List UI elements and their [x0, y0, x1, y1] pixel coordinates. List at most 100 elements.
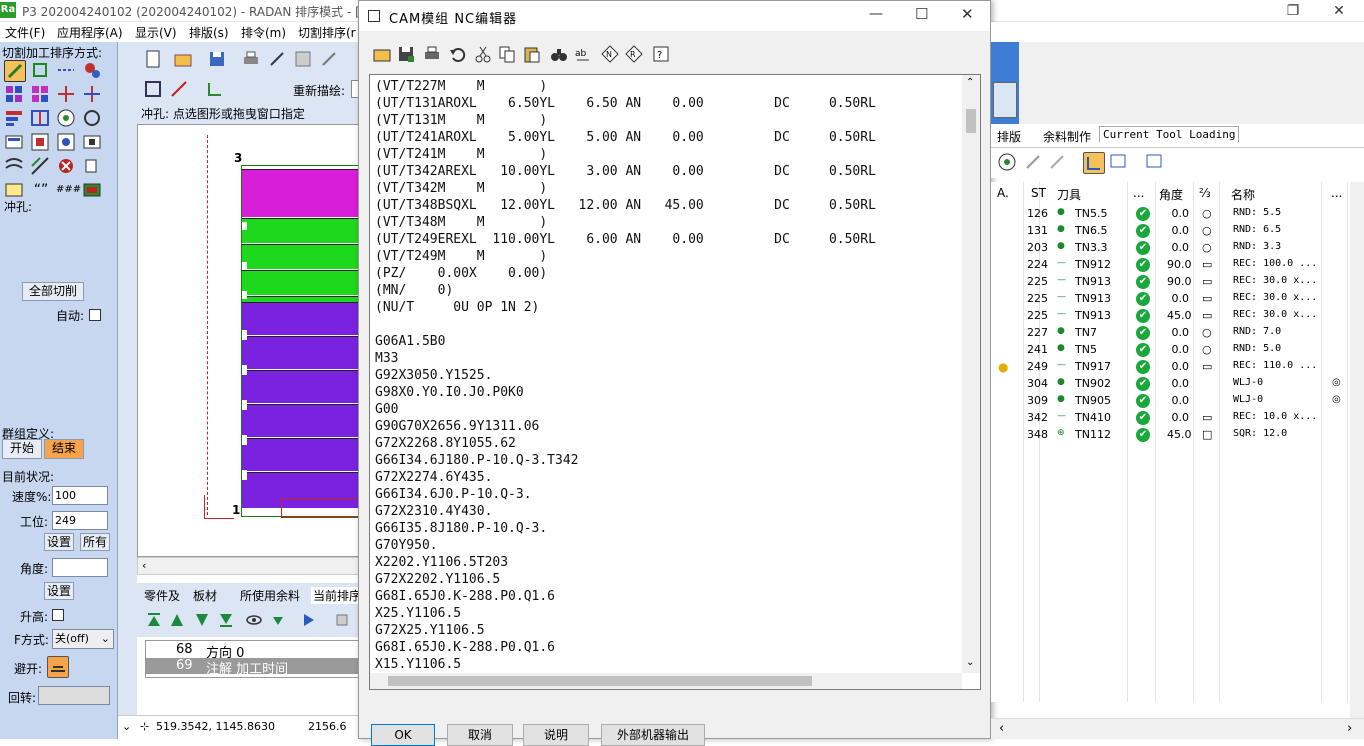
column-status[interactable]: ...: [1133, 186, 1144, 200]
nc-code-line[interactable]: X25.Y1106.5: [375, 605, 960, 622]
nc-code-text[interactable]: (VT/T227M M ) (UT/T131AROXL 6.50YL 6.50 A…: [375, 78, 960, 690]
nc-code-line[interactable]: G72X2202.Y1106.5: [375, 571, 960, 588]
sheet-icon[interactable]: [4, 132, 26, 154]
step-down-icon[interactable]: [269, 611, 291, 633]
nc-code-line[interactable]: G68I.65J0.K-288.P0.Q1.6: [375, 588, 960, 605]
turret-icon[interactable]: [997, 152, 1019, 174]
tool-edit-icon[interactable]: [1047, 152, 1069, 174]
print-icon[interactable]: [421, 43, 443, 65]
nc-code-line[interactable]: G06A1.5B0: [375, 333, 960, 350]
tool-row[interactable]: 225 — TN913 ✔ 90.0 ▭ REC: 30.0 x...: [991, 273, 1364, 290]
save-as-icon[interactable]: [395, 43, 417, 65]
tool-angle-icon[interactable]: [1083, 152, 1105, 174]
stop-icon[interactable]: [82, 180, 104, 202]
grid-sequence-icon[interactable]: [4, 84, 26, 106]
nc-code-line[interactable]: [375, 316, 960, 333]
paste-icon[interactable]: [521, 43, 543, 65]
raise-checkbox[interactable]: [52, 609, 64, 621]
nc-code-line[interactable]: (VT/T227M M ): [375, 78, 960, 95]
list-view-icon[interactable]: [1109, 152, 1131, 174]
nc-code-line[interactable]: G72X2310.4Y430.: [375, 503, 960, 520]
ok-button[interactable]: OK: [371, 724, 435, 746]
nc-code-line[interactable]: (VT/T249M M ): [375, 248, 960, 265]
scroll-up-icon[interactable]: ⌃: [966, 77, 974, 88]
tool-group-icon[interactable]: [82, 60, 104, 82]
sort-list-icon[interactable]: [4, 108, 26, 130]
tab-remnant-create[interactable]: 余料制作: [1043, 128, 1091, 145]
nc-code-line[interactable]: X15.Y1106.5: [375, 656, 960, 673]
hash-icon[interactable]: ###: [56, 180, 81, 202]
nc-code-line[interactable]: G00: [375, 401, 960, 418]
nc-code-line[interactable]: G66I34.6J180.P-10.Q-3.T342: [375, 452, 960, 469]
move-cross-alt-icon[interactable]: [82, 84, 104, 106]
tool-change-icon[interactable]: [82, 108, 104, 130]
column-shape[interactable]: ⅔: [1199, 186, 1211, 200]
grid-sequence-alt-icon[interactable]: [30, 84, 52, 106]
avoid-icon[interactable]: [47, 656, 69, 678]
nc-code-line[interactable]: (VT/T241M M ): [375, 146, 960, 163]
editor-vertical-scrollbar[interactable]: ⌃ ⌄: [962, 75, 980, 673]
nc-code-line[interactable]: G72X2274.6Y435.: [375, 469, 960, 486]
copy-icon[interactable]: [496, 43, 518, 65]
nc-code-line[interactable]: G68I.65J0.K-288.P0.Q1.6: [375, 639, 960, 656]
tool-row[interactable]: 224 — TN912 ✔ 90.0 ▭ REC: 100.0 ...: [991, 256, 1364, 273]
maximize-button[interactable]: ☐: [915, 5, 928, 23]
station-input[interactable]: 249: [52, 511, 108, 530]
part-green[interactable]: [242, 218, 359, 243]
minimize-button[interactable]: —: [869, 6, 883, 22]
column-angle[interactable]: 角度: [1159, 186, 1183, 203]
nc-code-line[interactable]: (UT/T241AROXL 5.00YL 5.00 AN 0.00 DC 0.5…: [375, 129, 960, 146]
detail-view-icon[interactable]: [1145, 152, 1167, 174]
nc-code-line[interactable]: (VT/T342M M ): [375, 180, 960, 197]
rotate-input[interactable]: [38, 686, 110, 705]
help-button[interactable]: 说明: [523, 724, 589, 746]
nc-code-line[interactable]: (UT/T342AREXL 10.00YL 3.00 AN 0.00 DC 0.…: [375, 163, 960, 180]
vertical-scroll-thumb[interactable]: [966, 109, 976, 133]
tool-row[interactable]: 309 ● TN905 ✔ 0.0 WLJ-0 ◎: [991, 392, 1364, 409]
horizontal-scroll-thumb[interactable]: [388, 676, 812, 686]
cut-icon[interactable]: [472, 43, 494, 65]
copy-sequence-icon[interactable]: [82, 156, 104, 178]
save-icon[interactable]: [207, 49, 229, 71]
delete-icon[interactable]: [56, 156, 78, 178]
nc-code-line[interactable]: (VT/T348M M ): [375, 214, 960, 231]
tool-pen-icon[interactable]: [1023, 152, 1045, 174]
quote-icon[interactable]: “”: [30, 180, 52, 202]
nc-code-line[interactable]: (NU/T 0U 0P 1N 2): [375, 299, 960, 316]
find-binoculars-icon[interactable]: [548, 43, 570, 65]
nc-code-line[interactable]: (UT/T249EREXL 110.00YL 6.00 AN 0.00 DC 0…: [375, 231, 960, 248]
shape-icon[interactable]: [205, 79, 227, 101]
replace-icon[interactable]: ab: [572, 43, 594, 65]
renumber-icon[interactable]: N: [599, 43, 621, 65]
tool-row[interactable]: 225 — TN913 ✔ 45.0 ▭ REC: 30.0 x...: [991, 307, 1364, 324]
part-purple[interactable]: [242, 404, 359, 437]
wave-path-icon[interactable]: [4, 156, 26, 178]
rectangle-select-icon[interactable]: [30, 60, 52, 82]
nc-code-line[interactable]: (UT/T131AROXL 6.50YL 6.50 AN 0.00 DC 0.5…: [375, 95, 960, 112]
stop-square-icon[interactable]: [333, 611, 355, 633]
list-item-selected[interactable]: 69 注解 加工时间: [146, 658, 359, 677]
tool-row[interactable]: 241 ● TN5 ✔ 0.0 ○ RND: 5.0: [991, 341, 1364, 358]
help-pointer-icon[interactable]: ?: [650, 43, 672, 65]
angle-input[interactable]: [52, 558, 108, 577]
scroll-left-icon[interactable]: ‹: [999, 721, 1004, 736]
renumber-alt-icon[interactable]: R: [623, 43, 645, 65]
nc-code-line[interactable]: G70Y950.: [375, 537, 960, 554]
part-purple[interactable]: [242, 302, 359, 335]
layout-icon[interactable]: [293, 49, 315, 71]
tool-row[interactable]: 227 ● TN7 ✔ 0.0 ○ RND: 7.0: [991, 324, 1364, 341]
tool-row[interactable]: 304 ● TN902 ✔ 0.0 WLJ-0 ◎: [991, 375, 1364, 392]
nc-code-line[interactable]: (PZ/ 0.00X 0.00): [375, 265, 960, 282]
scroll-left-icon[interactable]: ‹: [142, 559, 146, 572]
tab-current-tool-loading[interactable]: Current Tool Loading: [1099, 126, 1240, 142]
move-down-icon[interactable]: [193, 611, 215, 633]
scroll-down-icon[interactable]: ⌄: [966, 657, 974, 668]
menu-view[interactable]: 显示(V): [135, 24, 177, 41]
panel-tool-icon[interactable]: [993, 82, 1017, 118]
scroll-right-icon[interactable]: ›: [1347, 721, 1352, 736]
nc-code-editor[interactable]: (VT/T227M M ) (UT/T131AROXL 6.50YL 6.50 A…: [369, 74, 981, 690]
nc-code-line[interactable]: G72X2268.8Y1055.62: [375, 435, 960, 452]
nc-code-line[interactable]: (MN/ 0): [375, 282, 960, 299]
part-purple[interactable]: [242, 438, 359, 471]
menu-application[interactable]: 应用程序(A): [57, 24, 123, 41]
